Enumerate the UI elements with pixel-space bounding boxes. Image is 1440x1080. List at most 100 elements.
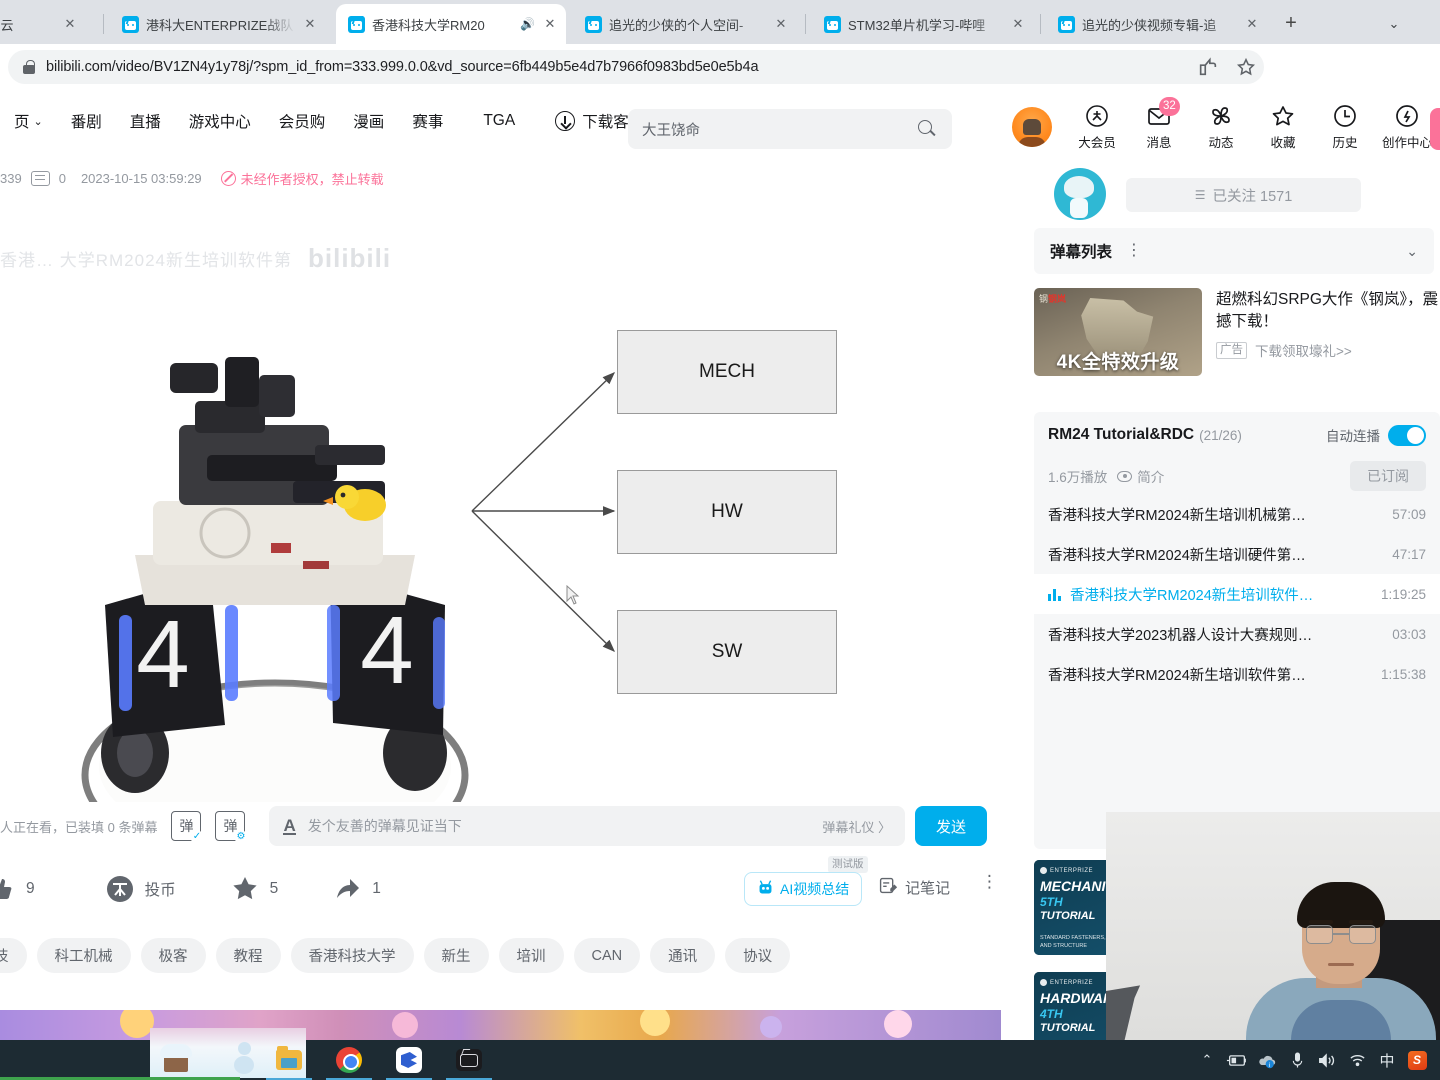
uploader-avatar[interactable] <box>1054 168 1106 220</box>
tag-item[interactable]: 技 <box>0 938 27 973</box>
site-info-lock-icon[interactable] <box>22 59 36 75</box>
favorite-button[interactable]: 5 <box>230 874 278 904</box>
nav-right-group: 大会员 32 消息 动态 收藏 历史 创作中心 <box>1012 97 1438 151</box>
share-icon[interactable] <box>1197 56 1219 78</box>
danmu-list-header[interactable]: 弹幕列表 ⋮ ⌄ <box>1034 228 1434 274</box>
playlist-intro-link[interactable]: 简介 <box>1117 466 1164 486</box>
nav-item-member-shop[interactable]: 会员购 <box>265 110 340 132</box>
playlist-item-title: 香港科技大学RM2024新生培训软件第… <box>1048 667 1306 684</box>
danmu-input[interactable]: A 发个友善的弹幕见证当下 弹幕礼仪 〉 <box>269 806 905 846</box>
nav-favorites[interactable]: 收藏 <box>1252 103 1314 151</box>
danmu-send-button[interactable]: 发送 <box>915 806 987 846</box>
autoplay-control[interactable]: 自动连播 <box>1326 424 1426 446</box>
playlist-item[interactable]: 香港科技大学RM2024新生培训软件第… 1:15:38 <box>1034 654 1440 694</box>
nav-creator-center[interactable]: 创作中心 <box>1376 103 1438 151</box>
ad-thumb-overlay-text: 4K全特效升级 <box>1056 352 1180 373</box>
danmu-color-picker-icon[interactable]: A <box>283 817 296 835</box>
nav-item-live[interactable]: 直播 <box>116 110 175 132</box>
nav-item-game-center[interactable]: 游戏中心 <box>175 110 265 132</box>
danmu-style-icon[interactable]: 弹 ✓ <box>171 811 204 843</box>
playlist-item[interactable]: 香港科技大学2023机器人设计大赛规则… 03:03 <box>1034 614 1440 654</box>
tray-chevron-up-icon[interactable]: ⌃ <box>1192 1040 1222 1080</box>
browser-tab-5[interactable]: STM32单片机学习-哔哩 ✕ <box>812 4 1034 44</box>
tray-wifi-icon[interactable] <box>1342 1040 1372 1080</box>
tray-onedrive-icon[interactable]: i <box>1252 1040 1282 1080</box>
ai-video-summary-button[interactable]: AI视频总结 <box>744 872 863 906</box>
nav-label: 动态 <box>1208 136 1234 150</box>
tag-item[interactable]: 极客 <box>140 938 206 973</box>
nav-item-bangumi[interactable]: 番剧 <box>57 110 116 132</box>
take-note-button[interactable]: 记笔记 <box>878 876 950 899</box>
taskbar-bilibili-app[interactable] <box>440 1040 498 1080</box>
nav-item-manga[interactable]: 漫画 <box>339 110 398 132</box>
copyright-text: 未经作者授权，禁止转载 <box>240 171 384 187</box>
ad-sub-row: 广告 下载领取壕礼>> <box>1216 340 1440 360</box>
taskbar-chrome[interactable] <box>320 1040 378 1080</box>
nav-big-member[interactable]: 大会员 <box>1066 103 1128 151</box>
playlist-item[interactable]: 香港科技大学RM2024新生培训机械第… 57:09 <box>1034 494 1440 534</box>
tab-close-icon[interactable]: ✕ <box>302 16 318 32</box>
browser-tab-4[interactable]: 追光的少侠的个人空间- ✕ <box>573 4 797 44</box>
tray-ime-chinese-icon[interactable]: 中 <box>1372 1040 1402 1080</box>
browser-tab-1[interactable]: 己 - 飞书云 ✕ <box>0 4 86 44</box>
chrome-icon <box>336 1047 362 1073</box>
taskbar-pycharm[interactable] <box>380 1040 438 1080</box>
tray-volume-icon[interactable] <box>1312 1040 1342 1080</box>
tab-search-chevron-down-icon[interactable]: ⌄ <box>1380 10 1408 38</box>
dynamic-fan-icon <box>1208 103 1234 129</box>
tray-microphone-icon[interactable] <box>1282 1040 1312 1080</box>
address-bar[interactable]: bilibili.com/video/BV1ZN4y1y78j/?spm_id_… <box>8 50 1264 84</box>
search-input[interactable]: 大王饶命 <box>628 109 952 149</box>
playlist-subscribed-button[interactable]: 已订阅 <box>1350 461 1426 491</box>
nav-dynamic[interactable]: 动态 <box>1190 103 1252 151</box>
tab-close-icon[interactable]: ✕ <box>773 16 789 32</box>
nav-item-home[interactable]: 页 ⌄ <box>0 110 57 132</box>
coin-button[interactable]: 投币 <box>105 874 176 904</box>
share-button[interactable]: 1 <box>332 874 381 904</box>
more-options-icon[interactable]: ⋮ <box>981 873 998 900</box>
tag-item[interactable]: 协议 <box>725 938 791 973</box>
star-icon <box>230 874 260 904</box>
playlist-item-active[interactable]: 香港科技大学RM2024新生培训软件… 1:19:25 <box>1034 574 1440 614</box>
webcam-overlay[interactable] <box>1106 812 1440 1040</box>
tag-item[interactable]: 香港科技大学 <box>290 938 414 973</box>
ad-cta-link[interactable]: 下载领取壕礼>> <box>1255 340 1352 360</box>
playlist-item[interactable]: 香港科技大学RM2024新生培训硬件第… 47:17 <box>1034 534 1440 574</box>
nav-history[interactable]: 历史 <box>1314 103 1376 151</box>
tag-item[interactable]: 新生 <box>423 938 489 973</box>
tab-close-icon[interactable]: ✕ <box>542 16 558 32</box>
taskbar-file-explorer[interactable] <box>260 1040 318 1080</box>
new-tab-button[interactable]: + <box>1277 10 1305 38</box>
danmu-list-more-icon[interactable]: ⋮ <box>1126 243 1142 259</box>
danmu-etiquette-link[interactable]: 弹幕礼仪 〉 <box>822 817 891 836</box>
autoplay-toggle[interactable] <box>1388 424 1426 446</box>
followed-button[interactable]: ☰ 已关注 1571 <box>1126 178 1361 212</box>
danmu-settings-icon[interactable]: 弹 ⚙ <box>215 811 248 843</box>
tab-audio-playing-icon[interactable]: 🔊 <box>520 17 535 31</box>
user-avatar[interactable] <box>1012 107 1052 147</box>
tag-item[interactable]: 科工机械 <box>36 938 131 973</box>
check-badge-icon: ✓ <box>190 830 204 843</box>
tag-item[interactable]: CAN <box>573 938 641 973</box>
advertisement-card[interactable]: 钢钢岚 4K全特效升级 超燃科幻SRPG大作《钢岚》，震撼下载！ 广告 下载领取… <box>1034 288 1440 376</box>
chevron-down-icon[interactable]: ⌄ <box>1406 243 1418 260</box>
tab-close-icon[interactable]: ✕ <box>1010 16 1026 32</box>
nav-item-esports[interactable]: 赛事 <box>398 110 457 132</box>
browser-tab-6[interactable]: 追光的少侠视频专辑-追 ✕ <box>1046 4 1268 44</box>
nav-messages[interactable]: 32 消息 <box>1128 97 1190 151</box>
tag-item[interactable]: 教程 <box>215 938 281 973</box>
tag-item[interactable]: 通讯 <box>650 938 716 973</box>
video-player[interactable]: 香港… 大学RM2024新生培训软件第 bilibili 4 4 MECH HW… <box>0 215 1001 802</box>
nav-item-tga[interactable]: TGA <box>457 112 529 130</box>
browser-tab-3-active[interactable]: 香港科技大学RM20 🔊 ✕ <box>336 4 566 44</box>
tray-battery-icon[interactable] <box>1222 1040 1252 1080</box>
bookmark-star-icon[interactable] <box>1235 56 1257 78</box>
search-icon[interactable] <box>916 118 938 140</box>
tab-close-icon[interactable]: ✕ <box>1244 16 1260 32</box>
tray-sogou-input-icon[interactable]: S <box>1402 1040 1432 1080</box>
tab-favicon-bilibili-icon <box>348 15 365 33</box>
like-button[interactable]: 9 <box>0 874 35 904</box>
tab-close-icon[interactable]: ✕ <box>62 16 78 32</box>
browser-tab-2[interactable]: 港科大ENTERPRIZE战队 ✕ <box>110 4 326 44</box>
tag-item[interactable]: 培训 <box>498 938 564 973</box>
